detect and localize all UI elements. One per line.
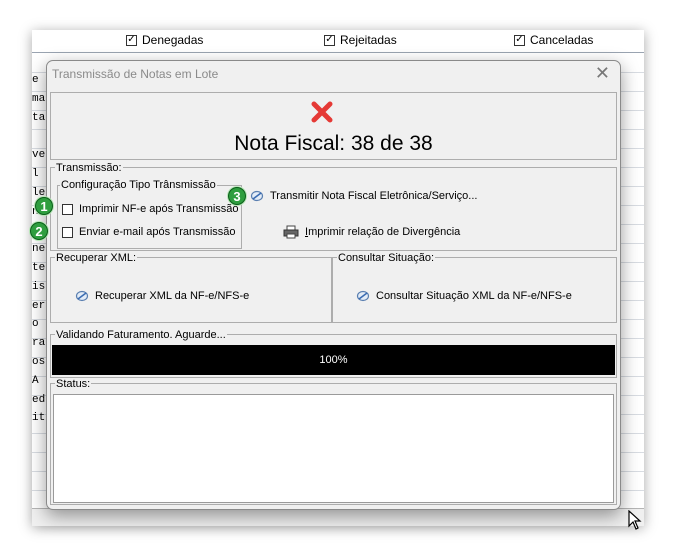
filter-canceladas[interactable]: ✓ Canceladas bbox=[514, 33, 593, 47]
filter-label: Canceladas bbox=[530, 33, 594, 47]
row-fragment: A bbox=[32, 374, 39, 387]
option-label: Imprimir NF-e após Transmissão bbox=[79, 203, 239, 215]
consultar-legend: Consultar Situação: bbox=[337, 252, 435, 264]
step-badge-3: 3 bbox=[228, 187, 246, 205]
row-fragment: ed bbox=[32, 393, 46, 406]
progress-legend: Validando Faturamento. Aguarde... bbox=[55, 329, 227, 341]
filter-rejeitadas[interactable]: ✓ Rejeitadas bbox=[324, 33, 397, 47]
config-legend: Configuração Tipo Trânsmissão bbox=[60, 179, 217, 191]
consultar-xml-button[interactable]: Consultar Situação XML da NF-e/NFS-e bbox=[356, 289, 572, 303]
transmit-nfe-button[interactable]: Transmitir Nota Fiscal Eletrônica/Serviç… bbox=[250, 189, 477, 203]
mouse-cursor-icon bbox=[628, 510, 642, 530]
filter-denegadas[interactable]: ✓ Denegadas bbox=[126, 33, 203, 47]
row-fragment: os bbox=[32, 356, 46, 368]
row-fragment: is bbox=[32, 280, 46, 293]
option-enviar-email[interactable]: Enviar e-mail após Transmissão bbox=[62, 226, 236, 238]
checkbox[interactable]: ✓ bbox=[324, 34, 335, 46]
recuperar-label: Recuperar XML da NF-e/NFS-e bbox=[95, 290, 250, 302]
row-fragment: te bbox=[32, 262, 46, 274]
progress-bar: 100% bbox=[52, 345, 615, 375]
checkbox[interactable] bbox=[62, 226, 73, 238]
row-fragment: ne bbox=[32, 243, 46, 256]
row-fragment: o bbox=[32, 318, 39, 331]
print-divergence-label: Imprimir relação de Divergência bbox=[305, 226, 461, 238]
nota-fiscal-counter: Nota Fiscal: 38 de 38 bbox=[234, 132, 433, 155]
row-fragment: e bbox=[32, 74, 39, 86]
dialog-title: Transmissão de Notas em Lote bbox=[52, 67, 219, 81]
nfe-globe-icon bbox=[250, 190, 264, 202]
filter-label: Rejeitadas bbox=[340, 33, 397, 47]
close-icon[interactable]: ✕ bbox=[595, 63, 610, 83]
status-legend: Status: bbox=[55, 378, 92, 390]
filter-bar: ✓ Denegadas ✓ Rejeitadas ✓ Canceladas bbox=[32, 30, 644, 53]
checkbox[interactable] bbox=[62, 203, 73, 215]
checkbox[interactable]: ✓ bbox=[514, 34, 525, 46]
row-fragment: er bbox=[32, 299, 46, 312]
row-fragment: ra bbox=[32, 337, 46, 350]
nfe-globe-icon bbox=[75, 290, 89, 302]
row-fragment: it bbox=[32, 412, 46, 425]
background-bottom-bar bbox=[32, 508, 644, 526]
step-badge-1: 1 bbox=[35, 197, 53, 215]
row-fragment: l bbox=[32, 168, 39, 180]
filter-label: Denegadas bbox=[142, 33, 204, 47]
transmissao-legend: Transmissão: bbox=[55, 162, 123, 174]
config-group: Configuração Tipo Trânsmissão Imprimir N… bbox=[57, 179, 242, 249]
option-label: Enviar e-mail após Transmissão bbox=[79, 226, 236, 238]
recuperar-legend: Recuperar XML: bbox=[55, 252, 138, 264]
red-x-icon bbox=[311, 101, 333, 123]
recuperar-xml-button[interactable]: Recuperar XML da NF-e/NFS-e bbox=[75, 289, 249, 303]
step-badge-2: 2 bbox=[30, 222, 48, 240]
option-imprimir-nfe[interactable]: Imprimir NF-e após Transmissão bbox=[62, 203, 239, 215]
progress-percent: 100% bbox=[319, 354, 348, 366]
row-fragment: ta bbox=[32, 111, 46, 124]
progress-group: Validando Faturamento. Aguarde... 100% bbox=[50, 329, 617, 378]
title-bar: Transmissão de Notas em Lote ✕ bbox=[47, 61, 620, 87]
nfe-globe-icon bbox=[356, 290, 370, 302]
transmission-dialog: Transmissão de Notas em Lote ✕ Nota Fisc… bbox=[46, 60, 621, 510]
header-panel: Nota Fiscal: 38 de 38 bbox=[50, 92, 617, 160]
print-divergence-button[interactable]: Imprimir relação de Divergência bbox=[283, 225, 460, 239]
consultar-situacao-group: Consultar Situação: Consultar Situação X… bbox=[332, 252, 617, 323]
transmit-label: Transmitir Nota Fiscal Eletrônica/Serviç… bbox=[270, 190, 478, 202]
consultar-label: Consultar Situação XML da NF-e/NFS-e bbox=[376, 290, 572, 302]
status-textarea[interactable] bbox=[53, 394, 614, 503]
recuperar-xml-group: Recuperar XML: Recuperar XML da NF-e/NFS… bbox=[50, 252, 332, 323]
status-group: Status: bbox=[50, 378, 617, 505]
checkbox[interactable]: ✓ bbox=[126, 34, 137, 46]
printer-icon bbox=[283, 225, 299, 239]
transmissao-group: Transmissão: Configuração Tipo Trânsmiss… bbox=[50, 162, 617, 251]
